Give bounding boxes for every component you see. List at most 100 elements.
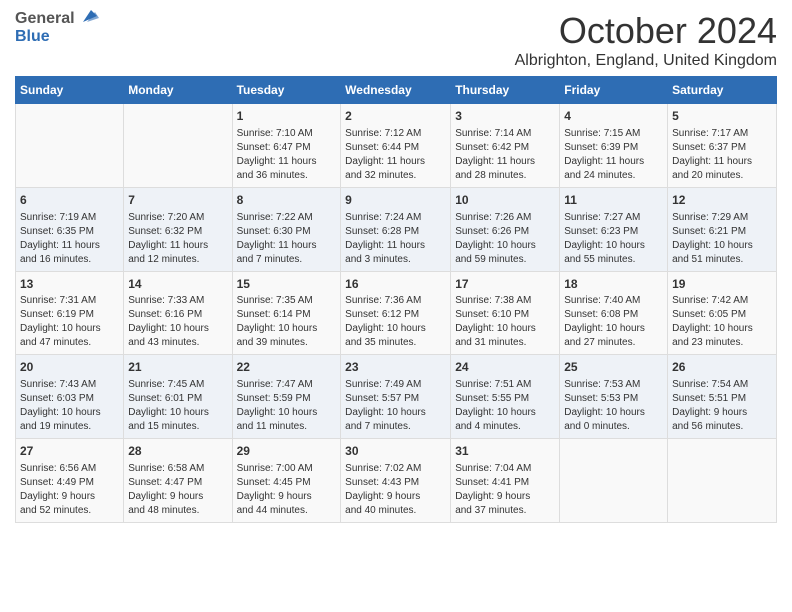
calendar-day-22: 22 Sunrise: 7:47 AM Sunset: 5:59 PM Dayli… (232, 355, 341, 439)
day-number: 18 (564, 276, 663, 293)
day-number: 9 (345, 192, 446, 209)
day-number: 23 (345, 359, 446, 376)
calendar-day-30: 30 Sunrise: 7:02 AM Sunset: 4:43 PM Dayli… (341, 439, 451, 523)
day-number: 8 (237, 192, 337, 209)
day-info: Sunrise: 7:54 AM Sunset: 5:51 PM Dayligh… (672, 378, 772, 434)
day-number: 1 (237, 108, 337, 125)
day-info: Sunrise: 7:14 AM Sunset: 6:42 PM Dayligh… (455, 127, 555, 183)
day-info: Sunrise: 7:10 AM Sunset: 6:47 PM Dayligh… (237, 127, 337, 183)
day-info: Sunrise: 7:33 AM Sunset: 6:16 PM Dayligh… (128, 294, 227, 350)
day-info: Sunrise: 7:04 AM Sunset: 4:41 PM Dayligh… (455, 462, 555, 518)
day-number: 31 (455, 443, 555, 460)
day-number: 21 (128, 359, 227, 376)
day-info: Sunrise: 7:19 AM Sunset: 6:35 PM Dayligh… (20, 211, 119, 267)
header-monday: Monday (124, 77, 232, 104)
calendar-day-5: 5Sunrise: 7:17 AM Sunset: 6:37 PM Daylig… (668, 104, 777, 188)
month-title: October 2024 (515, 10, 777, 52)
day-info: Sunrise: 7:45 AM Sunset: 6:01 PM Dayligh… (128, 378, 227, 434)
calendar-day-16: 16Sunrise: 7:36 AM Sunset: 6:12 PM Dayli… (341, 271, 451, 355)
calendar-day-1: 1 Sunrise: 7:10 AM Sunset: 6:47 PM Daylig… (232, 104, 341, 188)
calendar-day-26: 26Sunrise: 7:54 AM Sunset: 5:51 PM Dayli… (668, 355, 777, 439)
header-saturday: Saturday (668, 77, 777, 104)
calendar-day-12: 12 Sunrise: 7:29 AM Sunset: 6:21 PM Dayli… (668, 187, 777, 271)
day-info: Sunrise: 7:53 AM Sunset: 5:53 PM Dayligh… (564, 378, 663, 434)
calendar-day-7: 7 Sunrise: 7:20 AM Sunset: 6:32 PM Daylig… (124, 187, 232, 271)
calendar-week-row: 27Sunrise: 6:56 AM Sunset: 4:49 PM Dayli… (16, 439, 777, 523)
logo-general: General (15, 10, 75, 28)
day-info: Sunrise: 7:00 AM Sunset: 4:45 PM Dayligh… (237, 462, 337, 518)
calendar-day-6: 6 Sunrise: 7:19 AM Sunset: 6:35 PM Daylig… (16, 187, 124, 271)
calendar-day-15: 15Sunrise: 7:35 AM Sunset: 6:14 PM Dayli… (232, 271, 341, 355)
day-info: Sunrise: 7:20 AM Sunset: 6:32 PM Dayligh… (128, 211, 227, 267)
logo: General Blue (15, 10, 99, 46)
calendar-empty-cell (16, 104, 124, 188)
day-number: 20 (20, 359, 119, 376)
day-number: 27 (20, 443, 119, 460)
day-info: Sunrise: 7:35 AM Sunset: 6:14 PM Dayligh… (237, 294, 337, 350)
header-thursday: Thursday (451, 77, 560, 104)
day-number: 4 (564, 108, 663, 125)
day-number: 17 (455, 276, 555, 293)
location: Albrighton, England, United Kingdom (515, 52, 777, 70)
calendar-day-13: 13Sunrise: 7:31 AM Sunset: 6:19 PM Dayli… (16, 271, 124, 355)
calendar-week-row: 20 Sunrise: 7:43 AM Sunset: 6:03 PM Dayli… (16, 355, 777, 439)
day-number: 30 (345, 443, 446, 460)
calendar-day-18: 18Sunrise: 7:40 AM Sunset: 6:08 PM Dayli… (560, 271, 668, 355)
logo-blue: Blue (15, 28, 50, 45)
day-info: Sunrise: 7:29 AM Sunset: 6:21 PM Dayligh… (672, 211, 772, 267)
calendar-week-row: 13Sunrise: 7:31 AM Sunset: 6:19 PM Dayli… (16, 271, 777, 355)
day-number: 22 (237, 359, 337, 376)
calendar-day-21: 21 Sunrise: 7:45 AM Sunset: 6:01 PM Dayli… (124, 355, 232, 439)
calendar-day-23: 23 Sunrise: 7:49 AM Sunset: 5:57 PM Dayli… (341, 355, 451, 439)
header-tuesday: Tuesday (232, 77, 341, 104)
calendar-day-3: 3 Sunrise: 7:14 AM Sunset: 6:42 PM Daylig… (451, 104, 560, 188)
day-info: Sunrise: 7:49 AM Sunset: 5:57 PM Dayligh… (345, 378, 446, 434)
calendar-empty-cell (560, 439, 668, 523)
day-number: 7 (128, 192, 227, 209)
day-number: 28 (128, 443, 227, 460)
day-info: Sunrise: 6:58 AM Sunset: 4:47 PM Dayligh… (128, 462, 227, 518)
day-number: 12 (672, 192, 772, 209)
calendar-day-2: 2 Sunrise: 7:12 AM Sunset: 6:44 PM Daylig… (341, 104, 451, 188)
day-number: 3 (455, 108, 555, 125)
day-number: 25 (564, 359, 663, 376)
calendar-header: SundayMondayTuesdayWednesdayThursdayFrid… (16, 77, 777, 104)
day-info: Sunrise: 7:22 AM Sunset: 6:30 PM Dayligh… (237, 211, 337, 267)
day-number: 2 (345, 108, 446, 125)
day-number: 11 (564, 192, 663, 209)
day-info: Sunrise: 7:47 AM Sunset: 5:59 PM Dayligh… (237, 378, 337, 434)
day-number: 29 (237, 443, 337, 460)
calendar-day-8: 8 Sunrise: 7:22 AM Sunset: 6:30 PM Daylig… (232, 187, 341, 271)
day-info: Sunrise: 7:27 AM Sunset: 6:23 PM Dayligh… (564, 211, 663, 267)
calendar-week-row: 1 Sunrise: 7:10 AM Sunset: 6:47 PM Daylig… (16, 104, 777, 188)
header-sunday: Sunday (16, 77, 124, 104)
day-info: Sunrise: 7:36 AM Sunset: 6:12 PM Dayligh… (345, 294, 446, 350)
calendar-day-19: 19Sunrise: 7:42 AM Sunset: 6:05 PM Dayli… (668, 271, 777, 355)
calendar-day-24: 24Sunrise: 7:51 AM Sunset: 5:55 PM Dayli… (451, 355, 560, 439)
day-info: Sunrise: 7:02 AM Sunset: 4:43 PM Dayligh… (345, 462, 446, 518)
calendar-table: SundayMondayTuesdayWednesdayThursdayFrid… (15, 76, 777, 523)
day-info: Sunrise: 7:31 AM Sunset: 6:19 PM Dayligh… (20, 294, 119, 350)
day-number: 24 (455, 359, 555, 376)
day-number: 19 (672, 276, 772, 293)
day-info: Sunrise: 7:42 AM Sunset: 6:05 PM Dayligh… (672, 294, 772, 350)
title-block: October 2024 Albrighton, England, United… (515, 10, 777, 70)
day-info: Sunrise: 7:12 AM Sunset: 6:44 PM Dayligh… (345, 127, 446, 183)
day-number: 14 (128, 276, 227, 293)
day-number: 6 (20, 192, 119, 209)
calendar-day-10: 10Sunrise: 7:26 AM Sunset: 6:26 PM Dayli… (451, 187, 560, 271)
day-info: Sunrise: 7:15 AM Sunset: 6:39 PM Dayligh… (564, 127, 663, 183)
day-number: 5 (672, 108, 772, 125)
calendar-day-11: 11 Sunrise: 7:27 AM Sunset: 6:23 PM Dayli… (560, 187, 668, 271)
calendar-day-31: 31 Sunrise: 7:04 AM Sunset: 4:41 PM Dayli… (451, 439, 560, 523)
calendar-empty-cell (124, 104, 232, 188)
day-info: Sunrise: 7:43 AM Sunset: 6:03 PM Dayligh… (20, 378, 119, 434)
day-info: Sunrise: 7:40 AM Sunset: 6:08 PM Dayligh… (564, 294, 663, 350)
header-wednesday: Wednesday (341, 77, 451, 104)
calendar-day-9: 9Sunrise: 7:24 AM Sunset: 6:28 PM Daylig… (341, 187, 451, 271)
calendar-day-28: 28 Sunrise: 6:58 AM Sunset: 4:47 PM Dayli… (124, 439, 232, 523)
day-number: 15 (237, 276, 337, 293)
calendar-week-row: 6 Sunrise: 7:19 AM Sunset: 6:35 PM Daylig… (16, 187, 777, 271)
page-header: General Blue October 2024 Albrighton, En… (15, 10, 777, 70)
day-number: 10 (455, 192, 555, 209)
